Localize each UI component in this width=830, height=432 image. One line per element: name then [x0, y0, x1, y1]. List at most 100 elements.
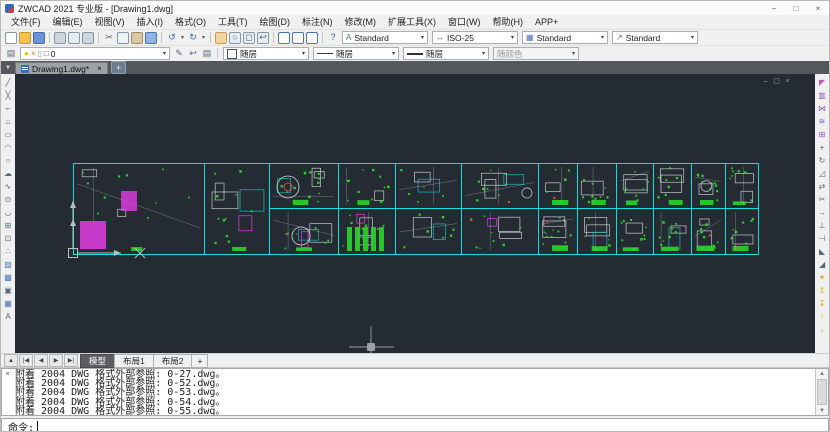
match-properties-icon[interactable]: [145, 32, 157, 44]
chevron-down-icon[interactable]: ▾: [388, 50, 395, 57]
layer-previous-icon[interactable]: ↩: [187, 48, 199, 60]
paste-icon[interactable]: [131, 32, 143, 44]
draworder-front-icon[interactable]: ↥: [816, 284, 828, 297]
move-icon[interactable]: +: [816, 141, 828, 154]
table-style-combo[interactable]: ▦ Standard ▾: [522, 31, 608, 44]
ellipse-arc-icon[interactable]: ◡: [2, 206, 14, 219]
new-document-tab-button[interactable]: +: [111, 61, 126, 74]
copy-object-icon[interactable]: ▥: [816, 89, 828, 102]
point-icon[interactable]: ∴: [2, 245, 14, 258]
separator[interactable]: [98, 32, 99, 43]
command-history[interactable]: × 附着 2004 DWG 格式外部参照: 0-27.dwg。附着 2004 D…: [1, 368, 829, 416]
chevron-down-icon[interactable]: ▾: [298, 50, 305, 57]
menu-item[interactable]: 窗口(W): [442, 15, 487, 29]
lineweight-combo[interactable]: 随层 ▾: [403, 47, 489, 60]
cad-drawing[interactable]: [15, 74, 817, 353]
undo-icon[interactable]: ↺: [166, 32, 178, 44]
region-icon[interactable]: ▣: [2, 284, 14, 297]
chevron-down-icon[interactable]: ▾: [478, 50, 485, 57]
polygon-icon[interactable]: ⌂: [2, 115, 14, 128]
insert-block-icon[interactable]: ⊞: [2, 219, 14, 232]
expand-command-history-button[interactable]: ▲: [4, 354, 18, 367]
tab-close-icon[interactable]: ×: [97, 64, 102, 73]
menu-item[interactable]: 插入(I): [131, 15, 170, 29]
construction-line-icon[interactable]: ╳: [2, 89, 14, 102]
erase-icon[interactable]: ◤: [816, 76, 828, 89]
layout-tab[interactable]: 布局1: [114, 354, 154, 368]
next-layout-button[interactable]: ▶: [49, 354, 63, 367]
prev-layout-button[interactable]: ◀: [34, 354, 48, 367]
copy-icon[interactable]: [117, 32, 129, 44]
make-object-layer-current-icon[interactable]: ✎: [173, 48, 185, 60]
doc-restore-button[interactable]: ▢: [771, 76, 782, 86]
separator[interactable]: [210, 32, 211, 43]
command-input[interactable]: 命令:: [1, 418, 829, 432]
break-icon[interactable]: ⊣: [816, 232, 828, 245]
revision-cloud-icon[interactable]: ☁: [2, 167, 14, 180]
trim-icon[interactable]: ✂: [816, 193, 828, 206]
viewport-three-icon[interactable]: [306, 32, 318, 44]
menu-item[interactable]: 视图(V): [89, 15, 131, 29]
viewport-two-icon[interactable]: [292, 32, 304, 44]
color-combo[interactable]: 随层 ▾: [223, 47, 309, 60]
layer-states-icon[interactable]: ▤: [201, 48, 213, 60]
menu-item[interactable]: 标注(N): [296, 15, 339, 29]
scroll-down-icon[interactable]: ▼: [819, 406, 825, 415]
table-icon[interactable]: ▦: [2, 297, 14, 310]
hatch-icon[interactable]: ▨: [2, 258, 14, 271]
layout-tab[interactable]: 布局2: [153, 354, 193, 368]
break-at-point-icon[interactable]: ⊥: [816, 219, 828, 232]
help-icon[interactable]: ?: [327, 32, 339, 44]
doc-close-button[interactable]: ×: [782, 76, 793, 86]
menu-item[interactable]: 文件(F): [5, 15, 47, 29]
gradient-icon[interactable]: ▩: [2, 271, 14, 284]
pan-icon[interactable]: [215, 32, 227, 44]
draworder-above-icon[interactable]: ↑: [816, 310, 828, 323]
zoom-realtime-icon[interactable]: ○: [229, 32, 241, 44]
scrollbar-thumb[interactable]: [817, 379, 827, 405]
extend-icon[interactable]: →: [816, 206, 828, 219]
open-icon[interactable]: [19, 32, 31, 44]
menu-item[interactable]: 工具(T): [212, 15, 254, 29]
offset-icon[interactable]: ≋: [816, 115, 828, 128]
plot-icon[interactable]: [54, 32, 66, 44]
polyline-icon[interactable]: ⌐: [2, 102, 14, 115]
chevron-down-icon[interactable]: ▾: [417, 34, 424, 41]
chevron-down-icon[interactable]: ▾: [597, 34, 604, 41]
first-layout-button[interactable]: |◀: [19, 354, 33, 367]
command-close-icon[interactable]: ×: [3, 370, 12, 379]
command-scrollbar[interactable]: ▲ ▼: [815, 369, 828, 415]
zoom-window-icon[interactable]: ◻: [243, 32, 255, 44]
fillet-icon[interactable]: ◢: [816, 258, 828, 271]
dim-style-combo[interactable]: ↔ ISO-25 ▾: [432, 31, 518, 44]
document-tab-drawing1[interactable]: Drawing1.dwg* ×: [15, 62, 108, 75]
separator[interactable]: [322, 32, 323, 43]
mirror-icon[interactable]: ⋈: [816, 102, 828, 115]
chamfer-icon[interactable]: ◣: [816, 245, 828, 258]
menu-item[interactable]: 绘图(D): [254, 15, 297, 29]
menu-item[interactable]: 帮助(H): [487, 15, 530, 29]
menu-item[interactable]: 编辑(E): [47, 15, 89, 29]
rectangle-icon[interactable]: ▭: [2, 128, 14, 141]
zoom-previous-icon[interactable]: ↩: [257, 32, 269, 44]
doc-minimize-button[interactable]: –: [760, 76, 771, 86]
layer-unlock-icon[interactable]: ▯: [38, 50, 42, 58]
maximize-button[interactable]: □: [785, 2, 807, 15]
model-space-canvas[interactable]: –▢×: [15, 74, 815, 353]
menu-item[interactable]: 格式(O): [169, 15, 212, 29]
separator[interactable]: [273, 32, 274, 43]
circle-icon[interactable]: ○: [2, 154, 14, 167]
viewport-single-icon[interactable]: [278, 32, 290, 44]
layer-combo[interactable]: ●×▯□ 0 ▾: [20, 47, 170, 60]
layer-thaw-icon[interactable]: ×: [31, 50, 36, 58]
ellipse-icon[interactable]: ⊙: [2, 193, 14, 206]
close-button[interactable]: ×: [807, 2, 829, 15]
publish-icon[interactable]: [82, 32, 94, 44]
cut-icon[interactable]: ✂: [103, 32, 115, 44]
make-block-icon[interactable]: ⊡: [2, 232, 14, 245]
scroll-up-icon[interactable]: ▲: [819, 369, 825, 378]
redo-dropdown-icon[interactable]: ▾: [200, 32, 207, 44]
layout-tab[interactable]: 模型: [80, 354, 115, 368]
mleader-style-combo[interactable]: ↗ Standard ▾: [612, 31, 698, 44]
chevron-down-icon[interactable]: ▾: [159, 50, 166, 57]
